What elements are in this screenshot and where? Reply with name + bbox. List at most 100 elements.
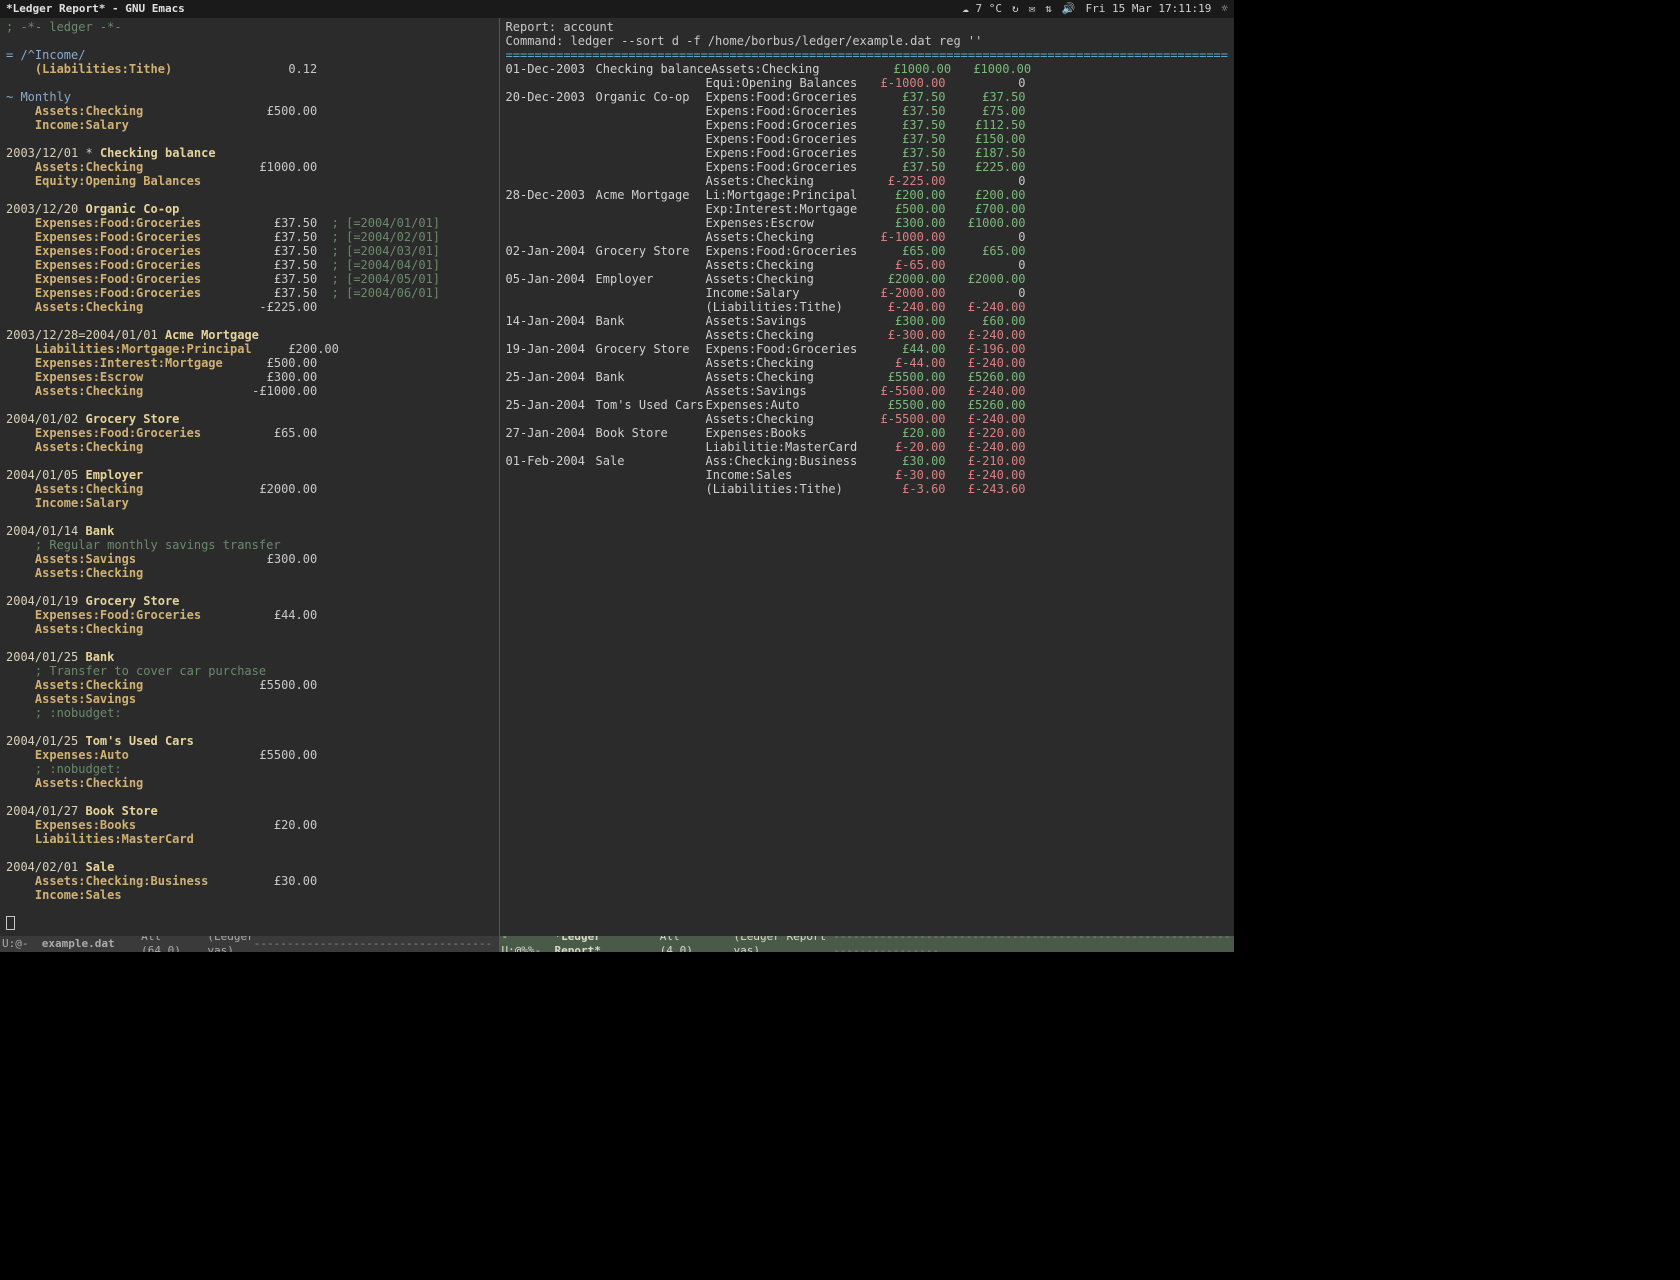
posting-amount: £200.00 — [259, 342, 339, 356]
report-payee — [596, 300, 706, 314]
report-row: 01-Dec-2003Checking balanceAssets:Checki… — [506, 62, 1228, 76]
report-date — [506, 230, 596, 244]
volume-icon[interactable]: 🔊 — [1062, 2, 1076, 16]
posting-amount: £37.50 — [237, 286, 317, 300]
report-amount: £44.00 — [866, 342, 946, 356]
report-date — [506, 132, 596, 146]
pane-left[interactable]: ; -*- ledger -*- = /^Income/ (Liabilitie… — [0, 18, 499, 952]
report-row: 20-Dec-2003Organic Co-opExpens:Food:Groc… — [506, 90, 1228, 104]
report-amount: £1000.00 — [871, 62, 951, 76]
window-title: *Ledger Report* - GNU Emacs — [6, 2, 185, 16]
modeline-left[interactable]: -U:@--- example.dat All (64,0) (Ledger y… — [0, 936, 499, 952]
report-payee: Organic Co-op — [596, 90, 706, 104]
report-account: Assets:Checking — [706, 412, 866, 426]
posting-note: ; [=2004/06/01] — [332, 286, 440, 300]
posting-amount: £30.00 — [237, 874, 317, 888]
report-date — [506, 384, 596, 398]
posting-account: Assets:Checking — [35, 678, 143, 692]
tx-payee: Bank — [85, 650, 114, 664]
refresh-icon[interactable]: ↻ — [1012, 2, 1019, 16]
report-payee: Bank — [596, 314, 706, 328]
buffer-ledger-report[interactable]: Report: account Command: ledger --sort d… — [500, 18, 1234, 936]
report-payee — [596, 216, 706, 230]
report-account: Expenses:Escrow — [706, 216, 866, 230]
report-row: 14-Jan-2004BankAssets:Savings£300.00£60.… — [506, 314, 1228, 328]
posting-account: Expenses:Food:Groceries — [35, 216, 201, 230]
posting-account: Expenses:Interest:Mortgage — [35, 356, 223, 370]
tx-date: 2003/12/20 — [6, 202, 78, 216]
report-date: 02-Jan-2004 — [506, 244, 596, 258]
weather-text: 7 °C — [975, 2, 1002, 15]
posting-amount: £20.00 — [237, 818, 317, 832]
report-account: Assets:Checking — [706, 258, 866, 272]
report-balance: £75.00 — [946, 104, 1026, 118]
posting-account: Assets:Checking — [35, 160, 143, 174]
report-account: Li:Mortgage:Principal — [706, 188, 866, 202]
mail-icon[interactable]: ✉ — [1029, 2, 1036, 16]
report-balance: £-210.00 — [946, 454, 1026, 468]
posting-account: Expenses:Food:Groceries — [35, 426, 201, 440]
report-balance: £-240.00 — [946, 328, 1026, 342]
report-date — [506, 300, 596, 314]
posting-note: ; [=2004/03/01] — [332, 244, 440, 258]
posting-amount: -£225.00 — [237, 300, 317, 314]
posting-account: Expenses:Food:Groceries — [35, 258, 201, 272]
posting-amount: £37.50 — [237, 272, 317, 286]
report-row: 27-Jan-2004Book StoreExpenses:Books£20.0… — [506, 426, 1228, 440]
report-row: Expens:Food:Groceries£37.50£225.00 — [506, 160, 1228, 174]
report-date — [506, 440, 596, 454]
report-balance: £-240.00 — [946, 356, 1026, 370]
report-separator: ========================================… — [506, 48, 1228, 62]
posting-note: ; [=2004/01/01] — [332, 216, 440, 230]
pane-right[interactable]: Report: account Command: ledger --sort d… — [499, 18, 1234, 952]
posting-account: Liabilities:MasterCard — [35, 832, 194, 846]
report-row: 02-Jan-2004Grocery StoreExpens:Food:Groc… — [506, 244, 1228, 258]
tx-payee: Grocery Store — [85, 412, 179, 426]
report-account: Equi:Opening Balances — [706, 76, 866, 90]
periodic-head: ~ Monthly — [6, 90, 71, 104]
report-date — [506, 202, 596, 216]
report-amount: £300.00 — [866, 314, 946, 328]
report-date — [506, 258, 596, 272]
tx-date: 2004/01/19 — [6, 594, 78, 608]
report-row: Equi:Opening Balances£-1000.000 — [506, 76, 1228, 90]
report-balance: £2000.00 — [946, 272, 1026, 286]
report-amount: £-65.00 — [866, 258, 946, 272]
emacs-frame: ; -*- ledger -*- = /^Income/ (Liabilitie… — [0, 18, 1234, 952]
report-payee — [596, 440, 706, 454]
posting-amount: £300.00 — [237, 552, 317, 566]
network-icon[interactable]: ⇅ — [1045, 2, 1052, 16]
tx-payee: Bank — [85, 524, 114, 538]
posting-account: Liabilities:Mortgage:Principal — [35, 342, 252, 356]
tx-date: 2004/01/02 — [6, 412, 78, 426]
posting-account: Assets:Checking — [35, 440, 143, 454]
report-amount: £200.00 — [866, 188, 946, 202]
settings-icon[interactable]: ☼ — [1221, 2, 1228, 16]
report-row: 05-Jan-2004EmployerAssets:Checking£2000.… — [506, 272, 1228, 286]
report-amount: £-1000.00 — [866, 76, 946, 90]
report-date: 27-Jan-2004 — [506, 426, 596, 440]
report-account: Assets:Checking — [706, 272, 866, 286]
buffer-example-dat[interactable]: ; -*- ledger -*- = /^Income/ (Liabilitie… — [0, 18, 499, 936]
report-date — [506, 356, 596, 370]
report-row: Assets:Checking£-225.000 — [506, 174, 1228, 188]
wm-bar: *Ledger Report* - GNU Emacs ☁ 7 °C ↻ ✉ ⇅… — [0, 0, 1234, 19]
ml-position: All (4,0) — [660, 936, 707, 952]
file-mode-comment: ; -*- ledger -*- — [6, 20, 122, 34]
modeline-right[interactable]: -U:@%%- *Ledger Report* All (4,0) (Ledge… — [500, 936, 1234, 952]
report-payee: Acme Mortgage — [596, 188, 706, 202]
report-date: 19-Jan-2004 — [506, 342, 596, 356]
report-amount: £37.50 — [866, 146, 946, 160]
report-row: Exp:Interest:Mortgage£500.00£700.00 — [506, 202, 1228, 216]
tx-payee: Sale — [85, 860, 114, 874]
automated-rule-head: = /^Income/ — [6, 48, 85, 62]
report-amount: £5500.00 — [866, 398, 946, 412]
report-balance: £37.50 — [946, 90, 1026, 104]
posting-amount: -£1000.00 — [237, 384, 317, 398]
report-balance: £150.00 — [946, 132, 1026, 146]
report-row: 19-Jan-2004Grocery StoreExpens:Food:Groc… — [506, 342, 1228, 356]
report-account: Liabilitie:MasterCard — [706, 440, 866, 454]
report-row: Expens:Food:Groceries£37.50£75.00 — [506, 104, 1228, 118]
report-date — [506, 286, 596, 300]
report-payee — [596, 230, 706, 244]
